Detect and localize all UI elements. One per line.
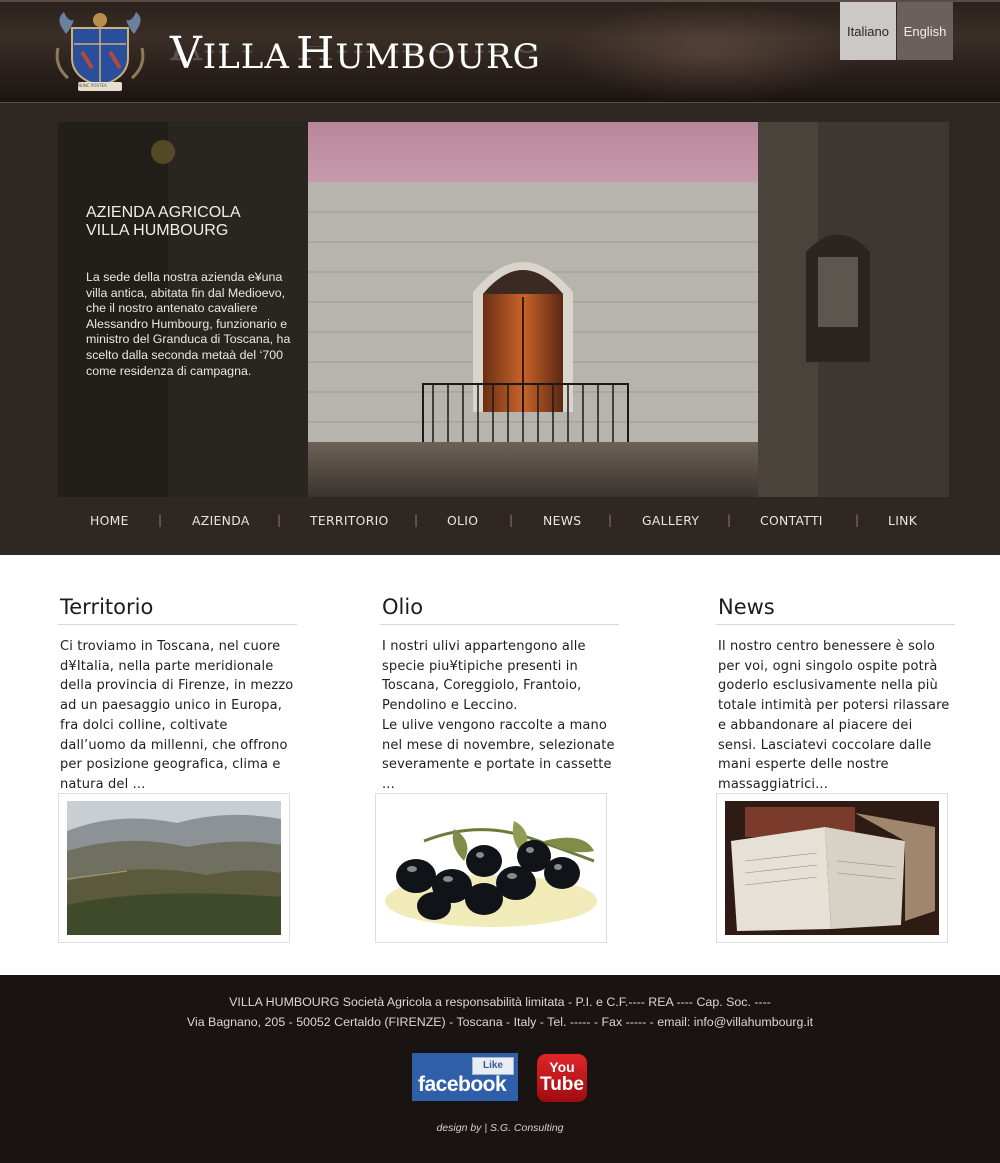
- nav-home[interactable]: HOME: [90, 513, 129, 528]
- youtube-logo-you: You: [549, 1059, 575, 1075]
- facebook-logo-text: facebook: [418, 1073, 507, 1096]
- hero-description: La sede della nostra azienda e¥una villa…: [86, 270, 291, 378]
- nav-separator: |: [855, 513, 860, 527]
- youtube-logo-tube: Tube: [540, 1074, 584, 1095]
- nav-news[interactable]: NEWS: [543, 513, 581, 528]
- olio-heading[interactable]: Olio: [380, 590, 619, 625]
- nav-separator: |: [158, 513, 163, 527]
- territorio-thumbnail[interactable]: [58, 793, 290, 943]
- nav-separator: |: [277, 513, 282, 527]
- territorio-text: Ci troviamo in Toscana, nel cuore d¥Ital…: [60, 639, 294, 792]
- language-italiano-button[interactable]: Italiano: [840, 2, 896, 60]
- youtube-button[interactable]: You Tube: [537, 1054, 587, 1102]
- news-heading[interactable]: News: [716, 590, 955, 625]
- news-text: Il nostro centro benessere è solo per vo…: [718, 639, 950, 792]
- hero-title: AZIENDA AGRICOLA VILLA HUMBOURG: [86, 204, 241, 239]
- territorio-heading[interactable]: Territorio: [58, 590, 297, 625]
- site-logo-title[interactable]: VILLA HUMBOURG: [170, 28, 541, 79]
- site-header: NUNC POSTEA VILLA HUMBOURG VILLA HUMBOUR…: [0, 0, 1000, 103]
- news-thumbnail[interactable]: [716, 793, 948, 943]
- footer-address-info: Via Bagnano, 205 - 50052 Certaldo (FIREN…: [186, 1015, 814, 1029]
- nav-separator: |: [608, 513, 613, 527]
- design-credit-link[interactable]: design by | S.G. Consulting: [0, 1122, 1000, 1134]
- main-navigation: HOME | AZIENDA | TERRITORIO | OLIO | NEW…: [58, 513, 949, 539]
- nav-azienda[interactable]: AZIENDA: [192, 513, 250, 528]
- olio-column: Olio I nostri ulivi appartengono alle sp…: [380, 590, 619, 795]
- tuscan-hills-photo: [67, 801, 281, 935]
- nav-separator: |: [509, 513, 514, 527]
- footer-company-info: VILLA HUMBOURG Società Agricola a respon…: [229, 995, 771, 1009]
- nav-separator: |: [727, 513, 732, 527]
- news-column: News Il nostro centro benessere è solo p…: [716, 590, 955, 795]
- nav-separator: |: [414, 513, 419, 527]
- olives-photo: [384, 801, 598, 935]
- logo-letter-v: V: [170, 28, 203, 79]
- facebook-like-button[interactable]: Like facebook: [412, 1053, 518, 1101]
- logo-letter-h: H: [296, 28, 336, 79]
- language-english-button[interactable]: English: [897, 2, 953, 60]
- logo-word-illa: ILLA: [202, 37, 290, 77]
- family-crest-logo[interactable]: [52, 8, 148, 92]
- nav-olio[interactable]: OLIO: [447, 513, 478, 528]
- nav-link[interactable]: LINK: [888, 513, 917, 528]
- site-footer: VILLA HUMBOURG Società Agricola a respon…: [0, 975, 1000, 1163]
- nav-territorio[interactable]: TERRITORIO: [310, 513, 389, 528]
- logo-word-umbourg: UMBOURG: [335, 37, 541, 77]
- hero-slide: AZIENDA AGRICOLA VILLA HUMBOURG La sede …: [58, 122, 949, 497]
- territorio-column: Territorio Ci troviamo in Toscana, nel c…: [58, 590, 297, 795]
- nav-gallery[interactable]: GALLERY: [642, 513, 699, 528]
- olio-text: I nostri ulivi appartengono alle specie …: [382, 639, 615, 792]
- olio-thumbnail[interactable]: [375, 793, 607, 943]
- crest-motto: NUNC POSTEA: [78, 83, 107, 88]
- nav-contatti[interactable]: CONTATTI: [760, 513, 823, 528]
- old-books-photo: [725, 801, 939, 935]
